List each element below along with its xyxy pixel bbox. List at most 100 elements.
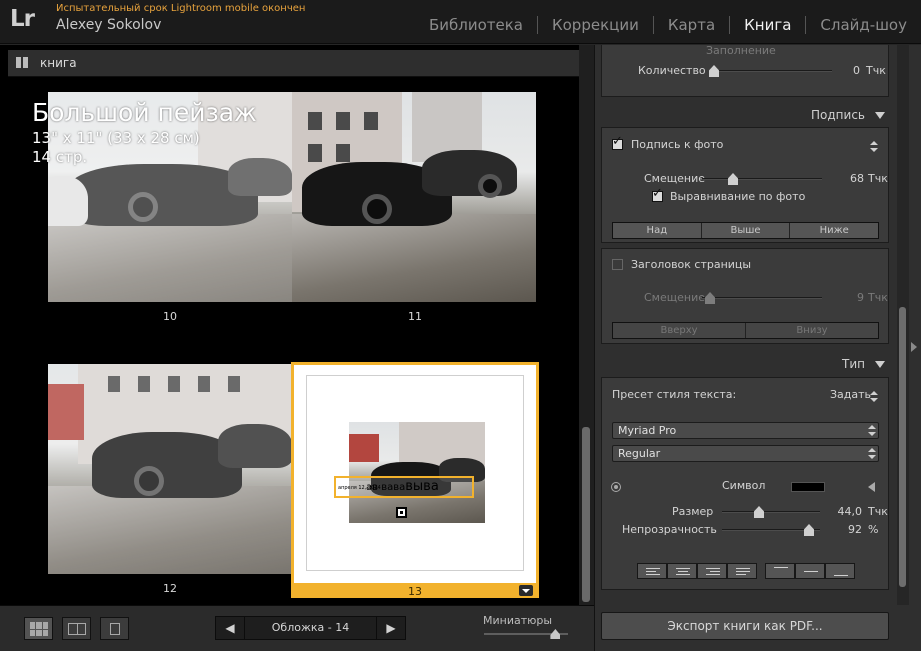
module-slideshow[interactable]: Слайд-шоу	[806, 16, 921, 34]
caption-drag-handle[interactable]	[396, 507, 407, 518]
spread-view-button[interactable]	[62, 617, 91, 640]
thumbnails-label: Миниатюры	[483, 614, 553, 627]
position-top-button[interactable]: Вверху	[613, 323, 746, 338]
page-number: 12	[163, 582, 177, 595]
header-offset-unit: Тчк	[868, 291, 888, 304]
size-slider[interactable]	[722, 506, 820, 518]
text-preset-value[interactable]: Задать	[830, 388, 871, 401]
trial-notice[interactable]: Испытательный срок Lightroom mobile окон…	[56, 3, 305, 14]
thumbnails-slider-knob[interactable]	[550, 629, 561, 639]
header-offset-knob[interactable]	[705, 292, 715, 304]
single-page-view-button[interactable]	[100, 617, 129, 640]
next-page-button[interactable]: ▶	[376, 616, 406, 640]
caption-text-box[interactable]: апреля 12, 2014 ав вававыва	[334, 476, 474, 498]
caption-offset-slider[interactable]	[702, 173, 822, 185]
bottom-toolbar: ◀ Обложка - 14 ▶ Миниатюры	[0, 605, 594, 651]
count-value[interactable]: 0	[838, 64, 860, 77]
position-higher-button[interactable]: Выше	[701, 223, 791, 238]
selected-book-page[interactable]: апреля 12, 2014 ав вававыва 13	[291, 362, 539, 598]
caption-section-header[interactable]: Подпись	[595, 103, 897, 127]
target-adjust-icon[interactable]	[611, 482, 621, 492]
page-number: 11	[408, 310, 422, 323]
caption-text: ав вававыва	[366, 479, 439, 494]
page-menu-icon[interactable]	[519, 585, 533, 596]
module-develop[interactable]: Коррекции	[538, 16, 653, 34]
count-slider[interactable]	[709, 65, 832, 77]
type-section: Пресет стиля текста: Задать Myriad Pro R…	[601, 377, 889, 590]
text-preset-label: Пресет стиля текста:	[612, 388, 737, 401]
position-lower-button[interactable]: Ниже	[790, 223, 879, 238]
photo-caption-checkbox[interactable]	[612, 134, 623, 150]
align-right-button[interactable]	[697, 563, 727, 579]
current-page-label: Обложка - 14	[245, 616, 376, 640]
opacity-label: Непрозрачность	[622, 523, 717, 536]
count-label: Количество	[638, 64, 706, 77]
caption-offset-knob[interactable]	[728, 173, 738, 185]
module-picker: Библиотека Коррекции Карта Книга Слайд-ш…	[415, 14, 921, 36]
align-bottom-button[interactable]	[825, 563, 855, 579]
top-bar: Lr Испытательный срок Lightroom mobile о…	[0, 0, 921, 44]
user-name[interactable]: Alexey Sokolov	[56, 17, 161, 33]
previous-page-button[interactable]: ◀	[215, 616, 245, 640]
page-header-section: Заголовок страницы Смещение 9 Тчк Вверху…	[601, 248, 889, 344]
caption-section-title: Подпись	[811, 108, 865, 122]
photo-cell	[306, 375, 524, 571]
header-offset-value[interactable]: 9	[838, 291, 864, 304]
caption-offset-value[interactable]: 68	[838, 172, 864, 185]
type-section-title: Тип	[842, 357, 865, 371]
align-center-button[interactable]	[667, 563, 697, 579]
align-middle-button[interactable]	[795, 563, 825, 579]
text-color-swatch[interactable]	[791, 482, 825, 492]
header-offset-slider[interactable]	[702, 292, 822, 304]
updown-arrows-icon[interactable]	[870, 141, 878, 152]
position-above-button[interactable]: Над	[613, 223, 702, 238]
scrollbar-thumb[interactable]	[899, 307, 906, 587]
work-area-scrollbar[interactable]	[579, 45, 594, 605]
font-family-select[interactable]: Myriad Pro	[612, 422, 879, 439]
module-map[interactable]: Карта	[654, 16, 729, 34]
collapse-triangle-icon[interactable]	[875, 112, 885, 119]
expand-arrow-icon[interactable]	[868, 482, 875, 492]
export-pdf-button[interactable]: Экспорт книги как PDF...	[601, 612, 889, 640]
page-header-checkbox[interactable]	[612, 259, 623, 270]
opacity-slider[interactable]	[722, 524, 820, 536]
panel-toggle-icon[interactable]	[16, 57, 29, 68]
count-unit: Тчк	[866, 64, 886, 77]
module-library[interactable]: Библиотека	[415, 16, 537, 34]
align-to-photo-checkbox[interactable]	[652, 186, 663, 202]
caption-offset-unit: Тчк	[868, 172, 888, 185]
lightroom-window: Lr Испытательный срок Lightroom mobile о…	[0, 0, 921, 651]
thumbnails-slider[interactable]	[484, 629, 568, 639]
position-bottom-button[interactable]: Внизу	[746, 323, 878, 338]
page-header-label: Заголовок страницы	[631, 258, 752, 271]
size-slider-knob[interactable]	[754, 506, 764, 518]
book-work-area: книга Большой пейзаж 13" x 11" (33 x 28 …	[0, 45, 594, 651]
opacity-slider-knob[interactable]	[804, 524, 814, 536]
breadcrumb: книга	[8, 50, 583, 77]
font-style-select[interactable]: Regular	[612, 445, 879, 462]
collapse-triangle-icon[interactable]	[875, 361, 885, 368]
scrollbar-thumb[interactable]	[582, 427, 590, 602]
size-label: Размер	[672, 505, 714, 518]
align-left-button[interactable]	[637, 563, 667, 579]
size-unit: Тчк	[868, 505, 888, 518]
fill-label: Заполнение	[706, 44, 776, 57]
align-justify-button[interactable]	[727, 563, 757, 579]
type-section-header[interactable]: Тип	[595, 352, 897, 376]
module-book[interactable]: Книга	[730, 16, 805, 34]
book-page[interactable]	[292, 92, 536, 302]
multi-page-view-button[interactable]	[24, 617, 53, 640]
count-slider-knob[interactable]	[709, 65, 719, 77]
symbol-label: Символ	[722, 479, 766, 492]
right-panel-scrollbar[interactable]	[897, 45, 909, 605]
page-number: 13	[408, 585, 422, 598]
photo-thumbnail[interactable]	[349, 422, 485, 523]
opacity-value[interactable]: 92	[830, 523, 862, 536]
book-page-count: 14 стр.	[32, 148, 88, 166]
align-top-button[interactable]	[765, 563, 795, 579]
updown-arrows-icon[interactable]	[870, 391, 878, 402]
size-value[interactable]: 44,0	[830, 505, 863, 518]
book-page[interactable]	[48, 364, 292, 574]
right-panel-toggle-icon[interactable]	[911, 342, 917, 352]
updown-arrows-icon	[868, 448, 876, 459]
